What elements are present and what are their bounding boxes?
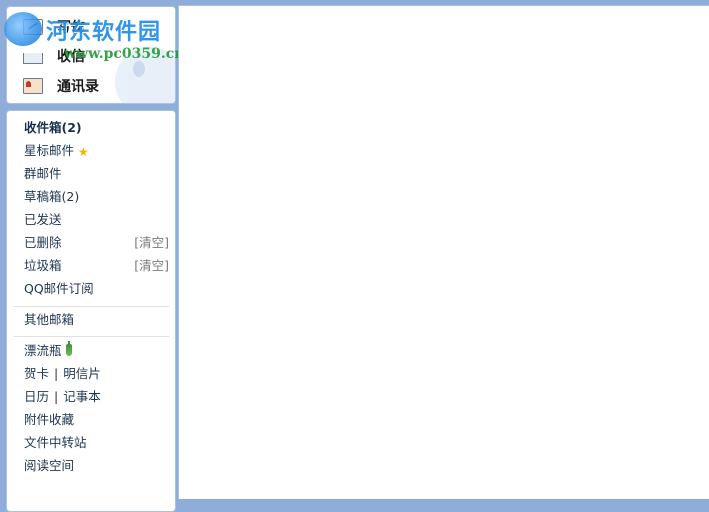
folder-drafts[interactable]: 草稿箱(2) <box>24 187 169 207</box>
quick-actions-panel: 写信 收信 通讯录 <box>6 6 176 104</box>
contacts-button[interactable]: 通讯录 <box>23 75 99 97</box>
bottle-icon <box>65 341 72 356</box>
other-mailbox-label: 其他邮箱 <box>24 312 75 327</box>
separator: | <box>54 366 59 381</box>
folder-starred[interactable]: 星标邮件 ★ <box>24 141 169 161</box>
folder-junk[interactable]: 垃圾箱 [清空] <box>24 256 169 276</box>
folder-junk-label: 垃圾箱 <box>24 258 62 273</box>
calendar-notes-row: 日历 | 记事本 <box>24 387 169 407</box>
folder-navigation: 收件箱(2) 星标邮件 ★ 群邮件 草稿箱(2) 已发送 已删除 [清空] 垃圾箱… <box>6 110 176 512</box>
folder-qq-subscriptions[interactable]: QQ邮件订阅 <box>24 279 169 299</box>
empty-junk-link[interactable]: [清空] <box>134 256 169 276</box>
file-transfer-link[interactable]: 文件中转站 <box>24 433 169 453</box>
notepad-link[interactable]: 记事本 <box>63 389 101 404</box>
divider <box>13 336 169 337</box>
folder-drafts-label: 草稿箱(2) <box>24 189 80 204</box>
star-icon: ★ <box>78 145 89 159</box>
folder-inbox-label: 收件箱(2) <box>24 120 82 135</box>
inbox-tray-icon <box>23 52 43 64</box>
greeting-card-link[interactable]: 贺卡 <box>24 366 49 381</box>
receive-mail-button[interactable]: 收信 <box>23 45 85 67</box>
contacts-label: 通讯录 <box>57 79 99 95</box>
separator: | <box>54 389 59 404</box>
address-card-icon <box>23 78 43 94</box>
main-content-pane <box>178 5 709 499</box>
drift-bottle-link[interactable]: 漂流瓶 <box>24 341 169 361</box>
other-mailbox-link[interactable]: 其他邮箱 <box>24 310 169 330</box>
card-postcard-row: 贺卡 | 明信片 <box>24 364 169 384</box>
drift-bottle-label: 漂流瓶 <box>24 343 62 358</box>
folder-group-label: 群邮件 <box>24 166 62 181</box>
reading-space-label: 阅读空间 <box>24 458 75 473</box>
postcard-link[interactable]: 明信片 <box>63 366 101 381</box>
folder-sent-label: 已发送 <box>24 212 62 227</box>
qq-penguin-decoration <box>115 47 175 103</box>
calendar-link[interactable]: 日历 <box>24 389 49 404</box>
attachment-favorites-label: 附件收藏 <box>24 412 75 427</box>
attachment-favorites-link[interactable]: 附件收藏 <box>24 410 169 430</box>
receive-label: 收信 <box>57 49 85 65</box>
divider <box>13 306 169 307</box>
folder-starred-label: 星标邮件 <box>24 143 75 158</box>
file-transfer-label: 文件中转站 <box>24 435 87 450</box>
compose-button[interactable]: 写信 <box>23 16 85 38</box>
sidebar: 写信 收信 通讯录 河东软件园 www.pc0359.cn 收件箱(2) 星标邮… <box>0 0 184 512</box>
folder-sent[interactable]: 已发送 <box>24 210 169 230</box>
folder-group-mail[interactable]: 群邮件 <box>24 164 169 184</box>
reading-space-link[interactable]: 阅读空间 <box>24 456 169 476</box>
compose-pen-icon <box>23 19 43 35</box>
folder-subscriptions-label: QQ邮件订阅 <box>24 281 94 296</box>
folder-inbox[interactable]: 收件箱(2) <box>24 118 169 138</box>
compose-label: 写信 <box>57 20 85 36</box>
folder-deleted-label: 已删除 <box>24 235 62 250</box>
folder-deleted[interactable]: 已删除 [清空] <box>24 233 169 253</box>
empty-deleted-link[interactable]: [清空] <box>134 233 169 253</box>
